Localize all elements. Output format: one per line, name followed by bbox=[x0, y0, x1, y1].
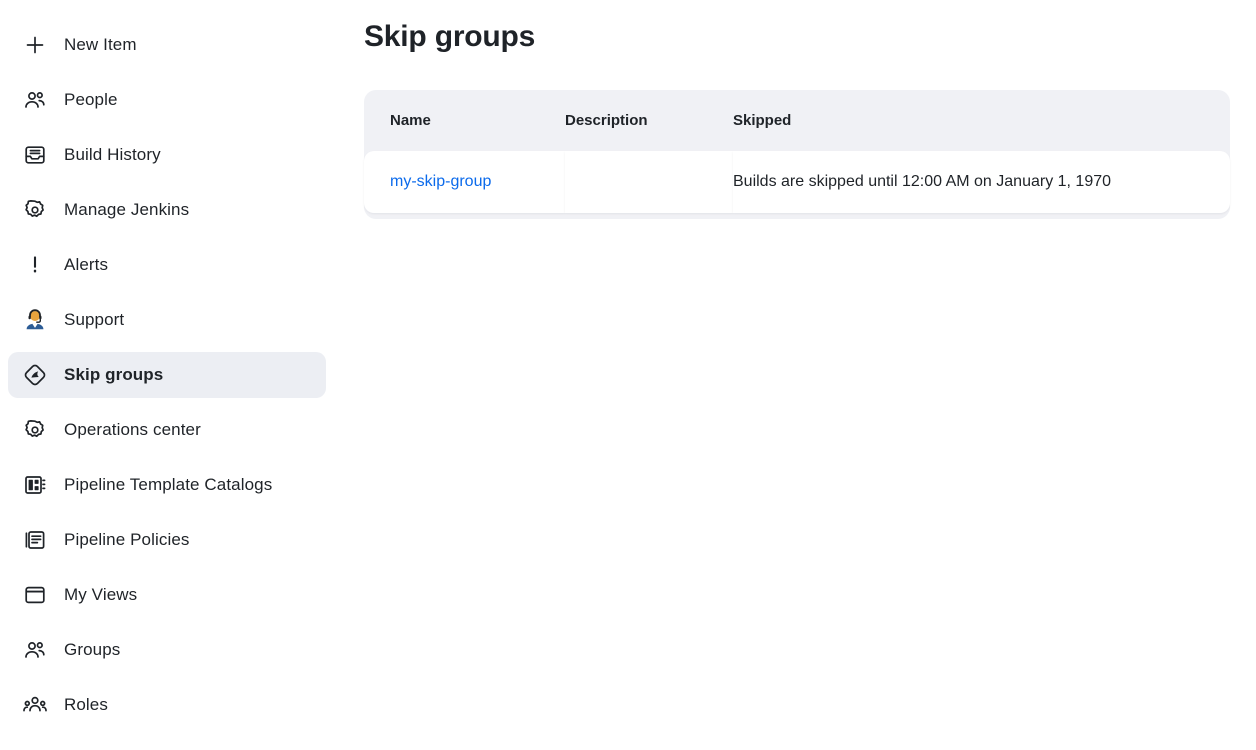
gear-icon bbox=[22, 197, 48, 223]
sidebar-item-build-history[interactable]: Build History bbox=[8, 132, 326, 178]
window-icon bbox=[22, 582, 48, 608]
sidebar-item-pipeline-template-catalogs[interactable]: Pipeline Template Catalogs bbox=[8, 462, 326, 508]
skip-diamond-icon bbox=[22, 362, 48, 388]
sidebar-item-label: My Views bbox=[64, 585, 138, 604]
exclamation-icon bbox=[22, 252, 48, 278]
sidebar-item-groups[interactable]: Groups bbox=[8, 627, 326, 673]
sidebar-item-label: Support bbox=[64, 310, 125, 329]
sidebar-item-roles[interactable]: Roles bbox=[8, 682, 326, 728]
column-header-name: Name bbox=[390, 112, 431, 129]
page-title: Skip groups bbox=[364, 20, 536, 53]
sidebar-item-new-item[interactable]: New Item bbox=[8, 22, 326, 68]
skip-groups-table: Name Description Skipped my-skip-group Bu… bbox=[364, 90, 1230, 213]
main-content: Skip groups Name Description Skipped my-… bbox=[340, 0, 1256, 219]
table-header-row: Name Description Skipped bbox=[364, 90, 1230, 151]
column-header-skipped: Skipped bbox=[733, 112, 792, 129]
column-header-description: Description bbox=[565, 112, 648, 129]
sidebar-item-label: Manage Jenkins bbox=[64, 200, 190, 219]
gear-icon bbox=[22, 417, 48, 443]
documents-icon bbox=[22, 527, 48, 553]
support-agent-icon bbox=[22, 307, 48, 333]
sidebar-item-manage-jenkins[interactable]: Manage Jenkins bbox=[8, 187, 326, 233]
sidebar-item-label: Build History bbox=[64, 145, 161, 164]
cell-description bbox=[565, 151, 733, 213]
sidebar-item-label: People bbox=[64, 90, 118, 109]
sidebar-item-label: Skip groups bbox=[64, 365, 164, 384]
cell-skipped: Builds are skipped until 12:00 AM on Jan… bbox=[733, 151, 1230, 213]
people-icon bbox=[22, 637, 48, 663]
skip-group-link[interactable]: my-skip-group bbox=[390, 173, 491, 190]
sidebar-item-label: Groups bbox=[64, 640, 121, 659]
sidebar-item-alerts[interactable]: Alerts bbox=[8, 242, 326, 288]
sidebar-item-label: New Item bbox=[64, 35, 137, 54]
app-root: New Item People Build History Manage Jenkin… bbox=[0, 0, 1256, 750]
people-icon bbox=[22, 87, 48, 113]
skip-groups-table-container: Name Description Skipped my-skip-group Bu… bbox=[364, 90, 1230, 219]
sidebar-item-label: Operations center bbox=[64, 420, 201, 439]
plus-icon bbox=[22, 32, 48, 58]
inbox-tray-icon bbox=[22, 142, 48, 168]
sidebar-item-label: Roles bbox=[64, 695, 108, 714]
cell-name: my-skip-group bbox=[364, 151, 565, 213]
table-row: my-skip-group Builds are skipped until 12… bbox=[364, 151, 1230, 213]
sidebar-item-support[interactable]: Support bbox=[8, 297, 326, 343]
sidebar-item-operations-center[interactable]: Operations center bbox=[8, 407, 326, 453]
sidebar-item-skip-groups[interactable]: Skip groups bbox=[8, 352, 326, 398]
sidebar-item-label: Alerts bbox=[64, 255, 109, 274]
sidebar-item-people[interactable]: People bbox=[8, 77, 326, 123]
sidebar-item-label: Pipeline Policies bbox=[64, 530, 190, 549]
table-body: my-skip-group Builds are skipped until 12… bbox=[364, 151, 1230, 213]
people-group-icon bbox=[22, 692, 48, 718]
sidebar: New Item People Build History Manage Jenkin… bbox=[0, 0, 340, 737]
sidebar-item-pipeline-policies[interactable]: Pipeline Policies bbox=[8, 517, 326, 563]
sidebar-item-label: Pipeline Template Catalogs bbox=[64, 475, 273, 494]
dashboard-grid-icon bbox=[22, 472, 48, 498]
sidebar-item-my-views[interactable]: My Views bbox=[8, 572, 326, 618]
table-head: Name Description Skipped bbox=[364, 90, 1230, 151]
